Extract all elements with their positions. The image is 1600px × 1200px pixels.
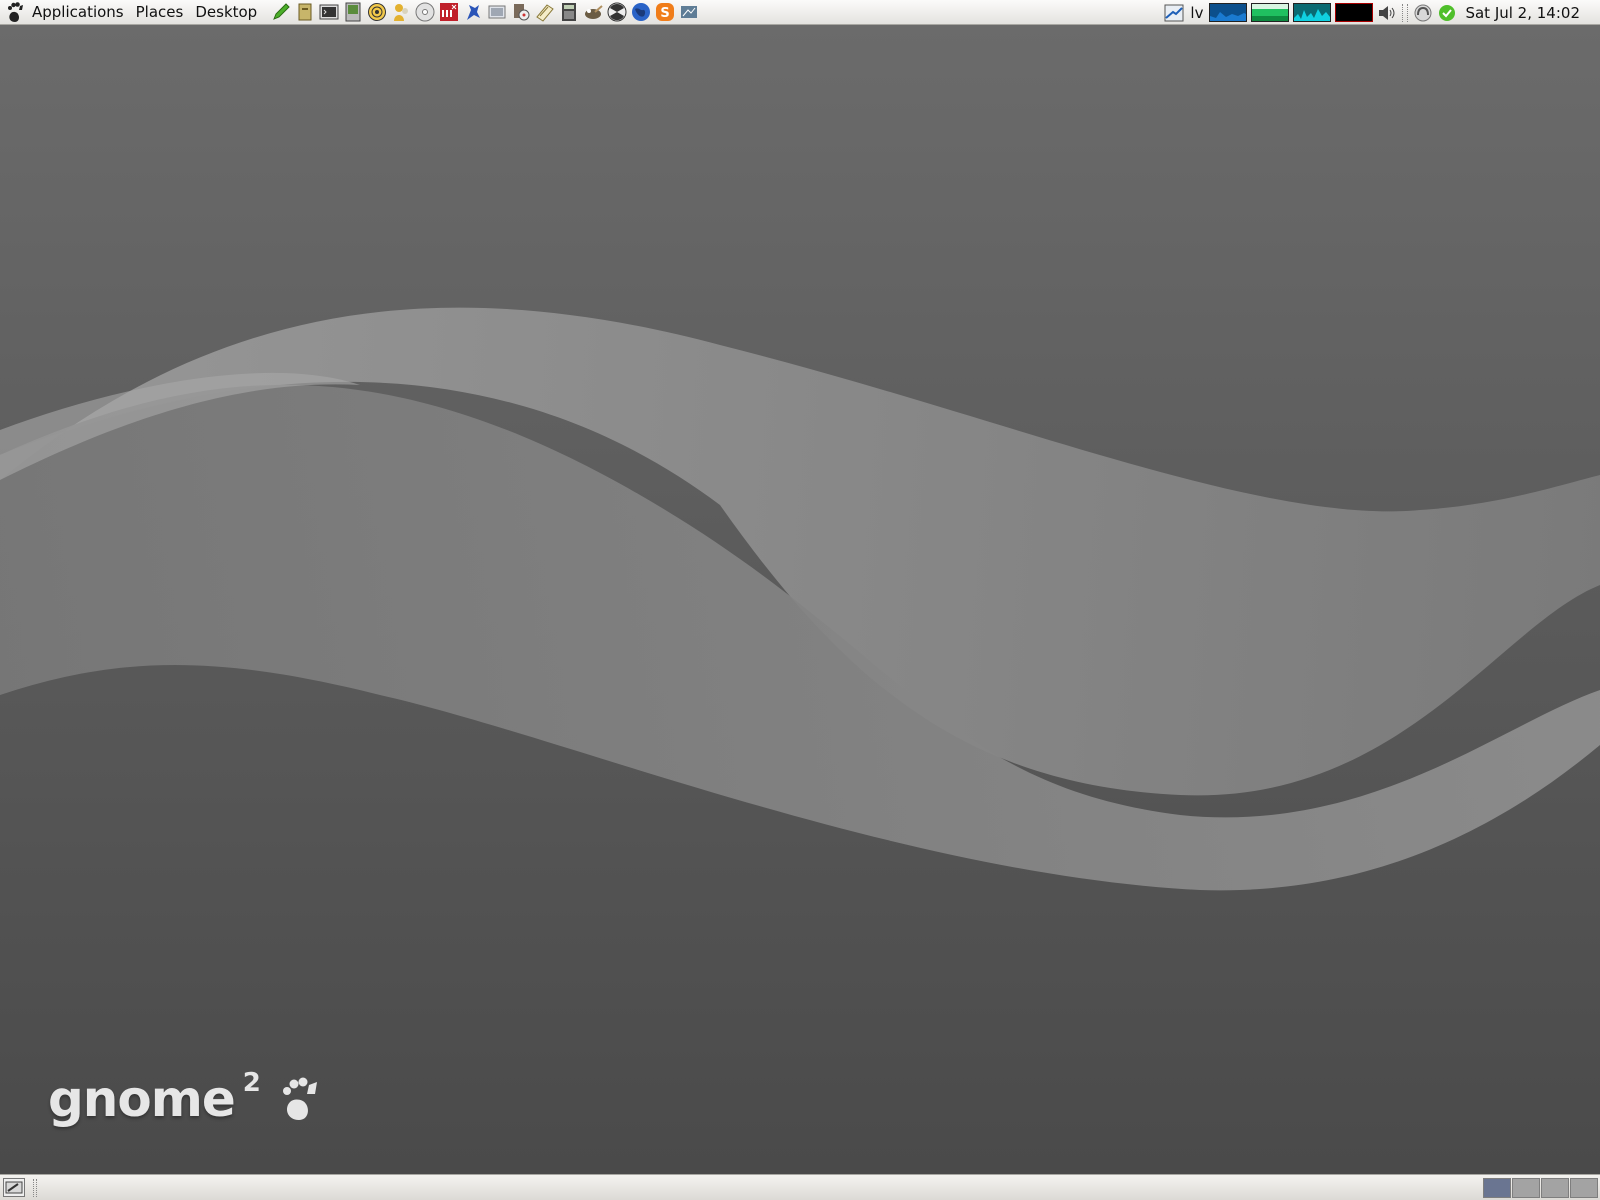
web-browser-icon[interactable]: [630, 1, 652, 23]
terminal-icon[interactable]: [318, 1, 340, 23]
workspace-switcher: [1482, 1178, 1598, 1198]
skype-icon[interactable]: S: [654, 1, 676, 23]
memory-monitor-graph: [1251, 3, 1290, 22]
clock[interactable]: Sat Jul 2, 14:02: [1459, 4, 1600, 22]
text-editor-icon[interactable]: [270, 1, 292, 23]
cpu-monitor-graph: [1209, 3, 1248, 22]
workspace-1[interactable]: [1483, 1178, 1511, 1198]
top-panel: Applications Places Desktop S lv Sat Jul…: [0, 0, 1600, 25]
dictionary-icon[interactable]: [438, 1, 460, 23]
workspace-3[interactable]: [1541, 1178, 1569, 1198]
load-monitor-graph: [1335, 3, 1374, 22]
gnome-logo-text: gnome: [48, 1070, 236, 1128]
calculator-icon[interactable]: [558, 1, 580, 23]
screenshot-icon[interactable]: [486, 1, 508, 23]
desktop-background[interactable]: gnome 2: [0, 25, 1600, 1174]
gimp-icon[interactable]: [582, 1, 604, 23]
movie-player-icon[interactable]: [510, 1, 532, 23]
cd-burner-icon[interactable]: [414, 1, 436, 23]
messenger-icon[interactable]: [390, 1, 412, 23]
network-icon[interactable]: [678, 1, 700, 23]
panel-separator: [1402, 3, 1409, 22]
chess-icon[interactable]: [366, 1, 388, 23]
headset-icon[interactable]: [1412, 2, 1434, 24]
system-monitor-icon[interactable]: [342, 1, 364, 23]
notification-area: lv Sat Jul 2, 14:02: [1162, 0, 1600, 25]
places-menu[interactable]: Places: [130, 0, 190, 25]
volume-icon[interactable]: [1376, 2, 1398, 24]
keyboard-layout-indicator[interactable]: lv: [1186, 4, 1207, 22]
radiation-icon[interactable]: [606, 1, 628, 23]
gnome-foot-icon[interactable]: [6, 1, 24, 23]
desktop-menu[interactable]: Desktop: [189, 0, 263, 25]
gnome-logo: gnome 2: [48, 1068, 319, 1128]
wallpaper-waves: [0, 307, 1600, 891]
update-status-icon[interactable]: [1436, 2, 1458, 24]
gnome-foot-logo-icon: [282, 1077, 317, 1120]
panel-handle[interactable]: [33, 1179, 37, 1197]
launcher-bar: S: [269, 1, 701, 23]
notes-icon[interactable]: [534, 1, 556, 23]
network-monitor-graph: [1293, 3, 1332, 22]
applications-menu[interactable]: Applications: [26, 0, 130, 25]
show-desktop-button[interactable]: [3, 1178, 25, 1197]
bottom-panel: [0, 1174, 1600, 1200]
show-desktop-icon: [5, 1181, 23, 1194]
workspace-4[interactable]: [1570, 1178, 1598, 1198]
network-activity-icon[interactable]: [1163, 2, 1185, 24]
bird-icon[interactable]: [462, 1, 484, 23]
gnome-logo-version: 2: [242, 1068, 261, 1098]
archive-manager-icon[interactable]: [294, 1, 316, 23]
svg-text:S: S: [661, 6, 670, 21]
workspace-2[interactable]: [1512, 1178, 1540, 1198]
